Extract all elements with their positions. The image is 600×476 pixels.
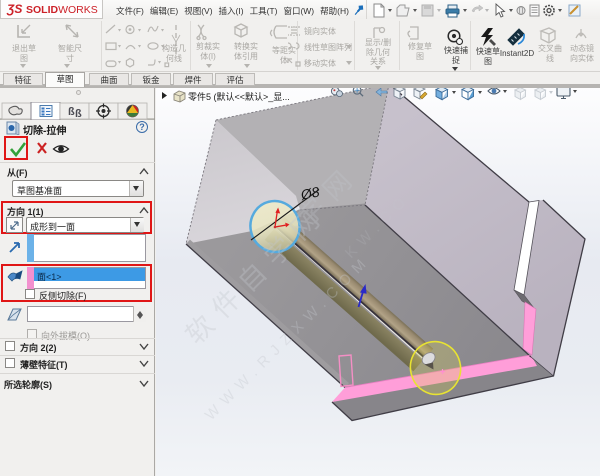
svg-text:ß: ß — [68, 106, 75, 118]
svg-text:零件5 (默认<<默认>_显...: 零件5 (默认<<默认>_显... — [188, 91, 290, 102]
svg-text:ß: ß — [75, 108, 82, 120]
